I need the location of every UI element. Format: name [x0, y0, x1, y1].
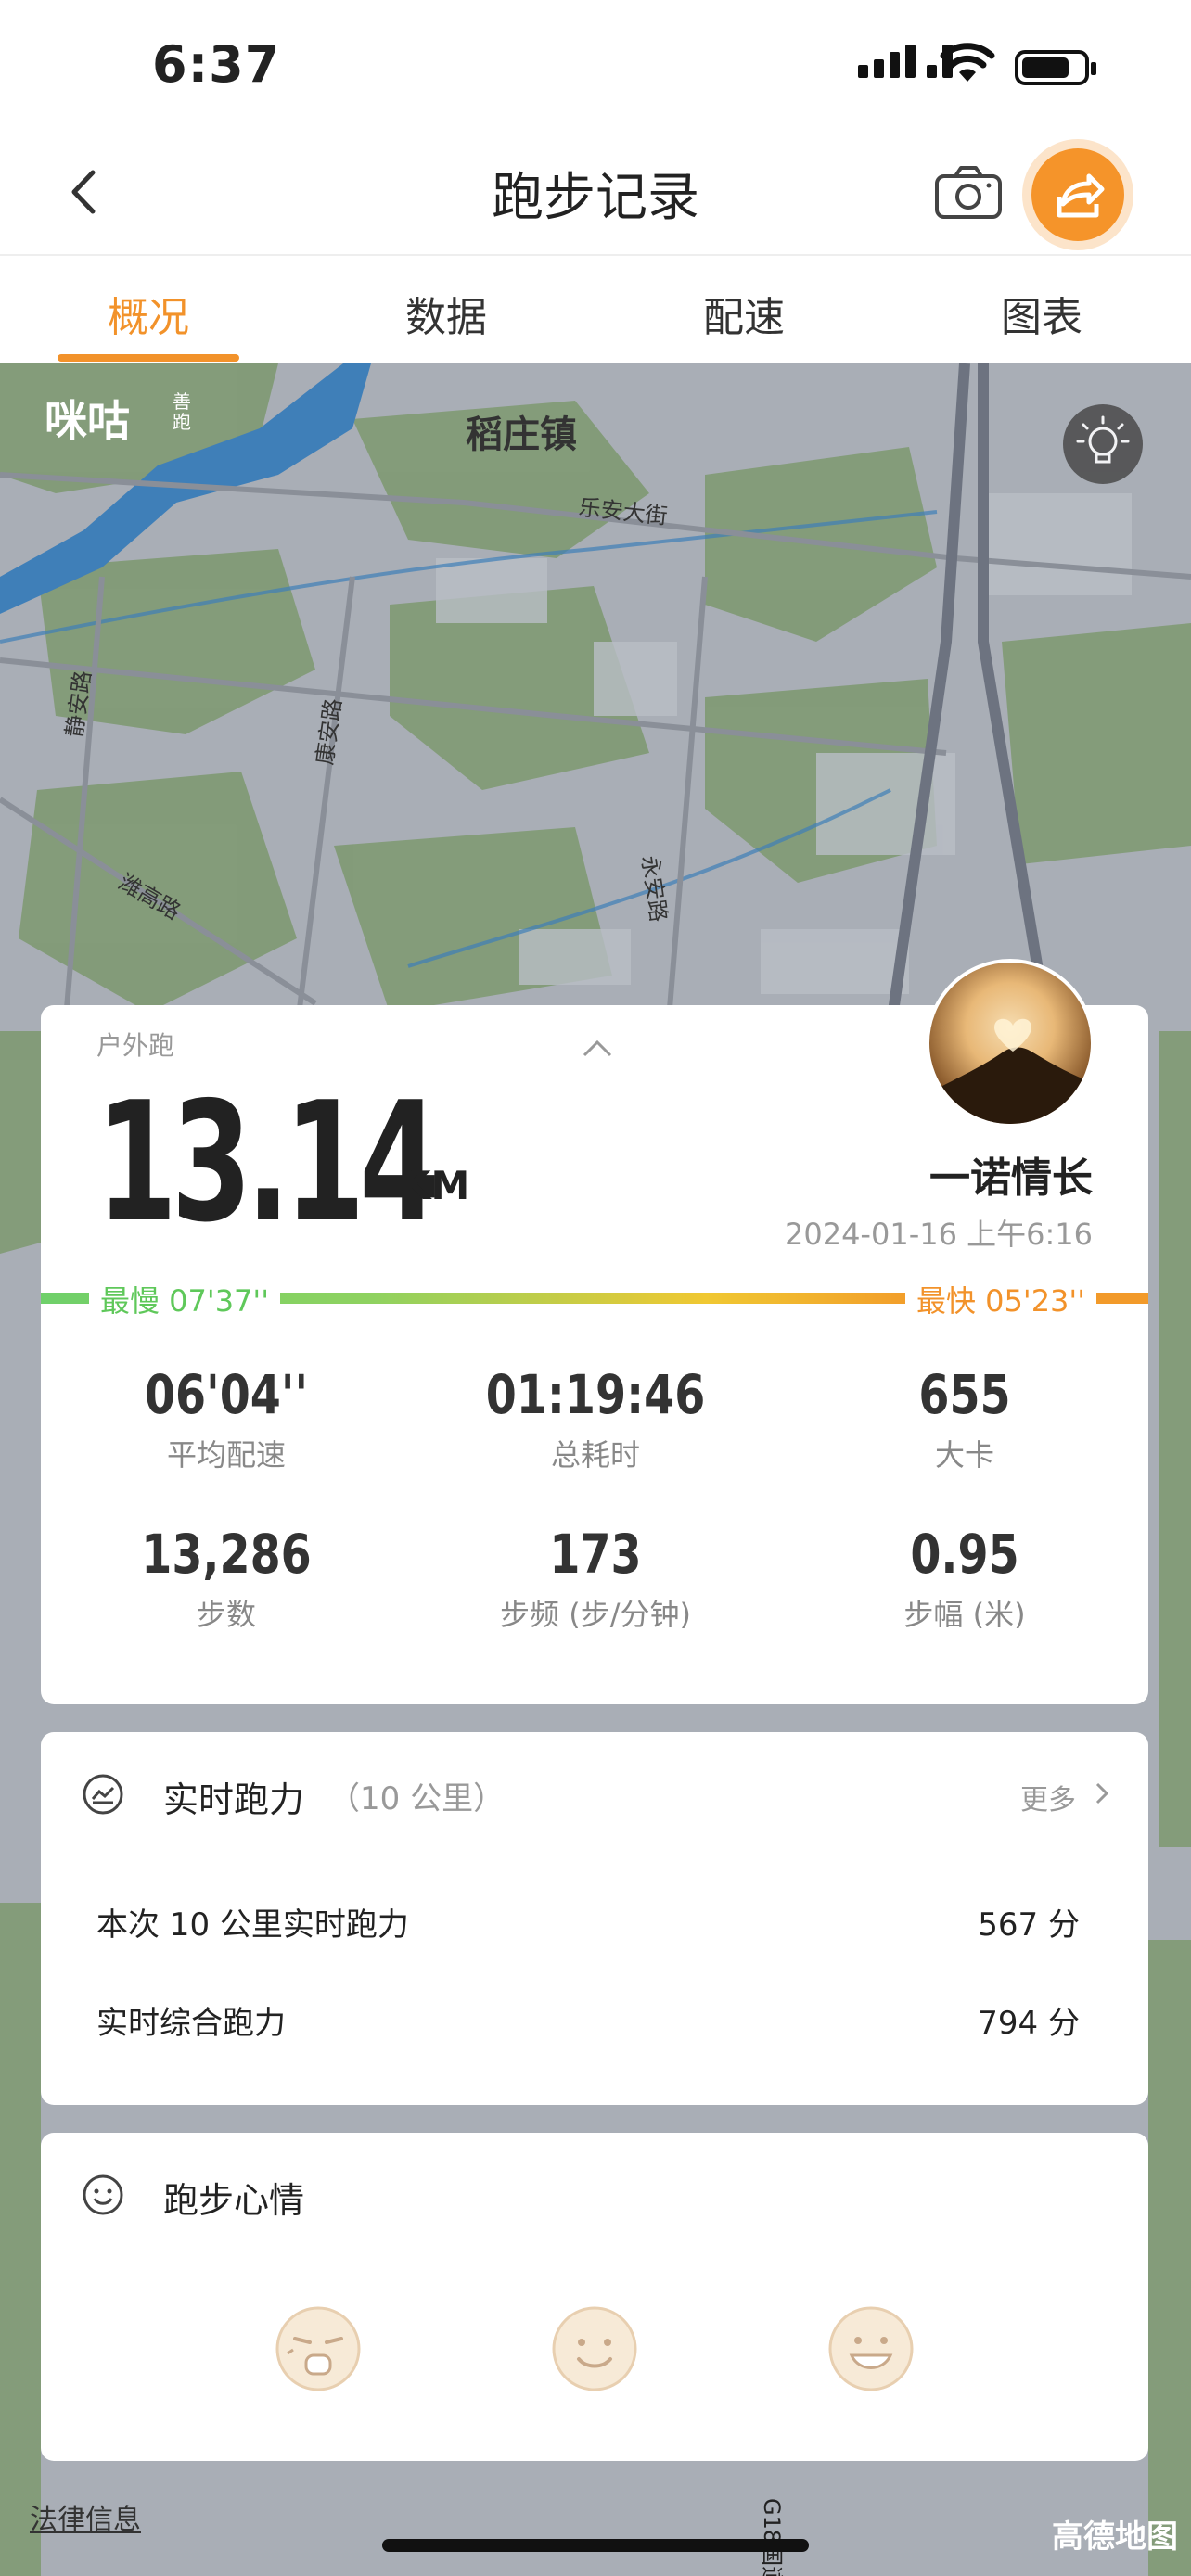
mood-happy-icon[interactable] — [827, 2305, 915, 2392]
status-time: 6:37 — [152, 35, 281, 94]
share-button[interactable] — [1031, 148, 1124, 241]
power-row-label: 实时综合跑力 — [96, 2005, 286, 2042]
stat-label: 步频 (步/分钟) — [500, 1597, 691, 1632]
migu-logo: 咪咕 — [45, 396, 130, 446]
chevron-up-icon[interactable] — [581, 1037, 614, 1059]
username: 一诺情长 — [929, 1154, 1093, 1202]
tab-bar: 概况 数据 配速 图表 — [0, 254, 1191, 365]
stat-calories: 655 大卡 — [807, 1363, 1122, 1474]
chevron-right-icon[interactable] — [1095, 1780, 1109, 1806]
trend-icon — [83, 1774, 123, 1815]
page-title: 跑步记录 — [492, 168, 699, 228]
more-link[interactable]: 更多 — [1020, 1777, 1076, 1817]
tab-pace[interactable]: 配速 — [596, 284, 892, 343]
run-type-label: 户外跑 — [96, 1030, 175, 1061]
stat-label: 平均配速 — [166, 1437, 286, 1473]
mood-calm-icon[interactable] — [551, 2305, 638, 2392]
power-row-value: 794 分 — [978, 2005, 1080, 2042]
mood-tired-icon[interactable] — [275, 2305, 362, 2392]
smile-icon — [83, 2174, 123, 2215]
stat-label: 总耗时 — [550, 1437, 640, 1473]
tab-overview[interactable]: 概况 — [0, 284, 297, 343]
stat-value: 0.95 — [910, 1523, 1019, 1586]
lightbulb-icon — [1076, 415, 1130, 464]
stat-label: 大卡 — [934, 1437, 994, 1473]
stat-value: 655 — [918, 1363, 1011, 1426]
amap-logo: 高德地图 — [1052, 2519, 1178, 2556]
wifi-icon — [940, 43, 995, 82]
light-toggle-button[interactable] — [1063, 404, 1143, 484]
camera-icon[interactable] — [933, 163, 1004, 223]
stat-total-time: 01:19:46 总耗时 — [438, 1363, 753, 1474]
tab-charts[interactable]: 图表 — [893, 284, 1190, 343]
stat-label: 步幅 (米) — [903, 1597, 1026, 1632]
home-indicator[interactable] — [382, 2539, 809, 2552]
legal-info-link[interactable]: 法律信息 — [30, 2496, 141, 2537]
share-icon — [1057, 173, 1105, 218]
stat-cadence: 173 步频 (步/分钟) — [438, 1523, 753, 1634]
stat-stride: 0.95 步幅 (米) — [807, 1523, 1122, 1634]
power-row-label: 本次 10 公里实时跑力 — [96, 1906, 409, 1944]
distance-value: 13.14 — [96, 1066, 440, 1258]
map-town-label: 稻庄镇 — [466, 414, 577, 456]
map-road-label: G18国道 — [759, 2498, 785, 2576]
tab-data[interactable]: 数据 — [298, 284, 595, 343]
stat-label: 步数 — [196, 1597, 256, 1632]
slowest-pace: 最慢 07'37'' — [89, 1278, 281, 1320]
stat-avg-pace: 06'04'' 平均配速 — [69, 1363, 384, 1474]
fastest-pace: 最快 05'23'' — [905, 1278, 1097, 1320]
stat-value: 13,286 — [141, 1523, 312, 1586]
stat-value: 173 — [549, 1523, 642, 1586]
section-title: 跑步心情 — [163, 2180, 305, 2221]
tab-active-indicator — [58, 354, 239, 362]
migu-logo-sub: 善跑 — [173, 390, 191, 433]
power-row-value: 567 分 — [978, 1906, 1080, 1944]
stat-steps: 13,286 步数 — [69, 1523, 384, 1634]
section-title: 实时跑力 — [163, 1779, 305, 1820]
stat-value: 06'04'' — [144, 1363, 309, 1426]
section-subtitle: （10 公里） — [328, 1780, 506, 1817]
run-datetime: 2024-01-16 上午6:16 — [784, 1217, 1093, 1252]
avatar[interactable] — [926, 959, 1095, 1128]
battery-icon — [1015, 50, 1096, 85]
stat-value: 01:19:46 — [485, 1363, 706, 1426]
distance-unit: KM — [401, 1163, 470, 1208]
